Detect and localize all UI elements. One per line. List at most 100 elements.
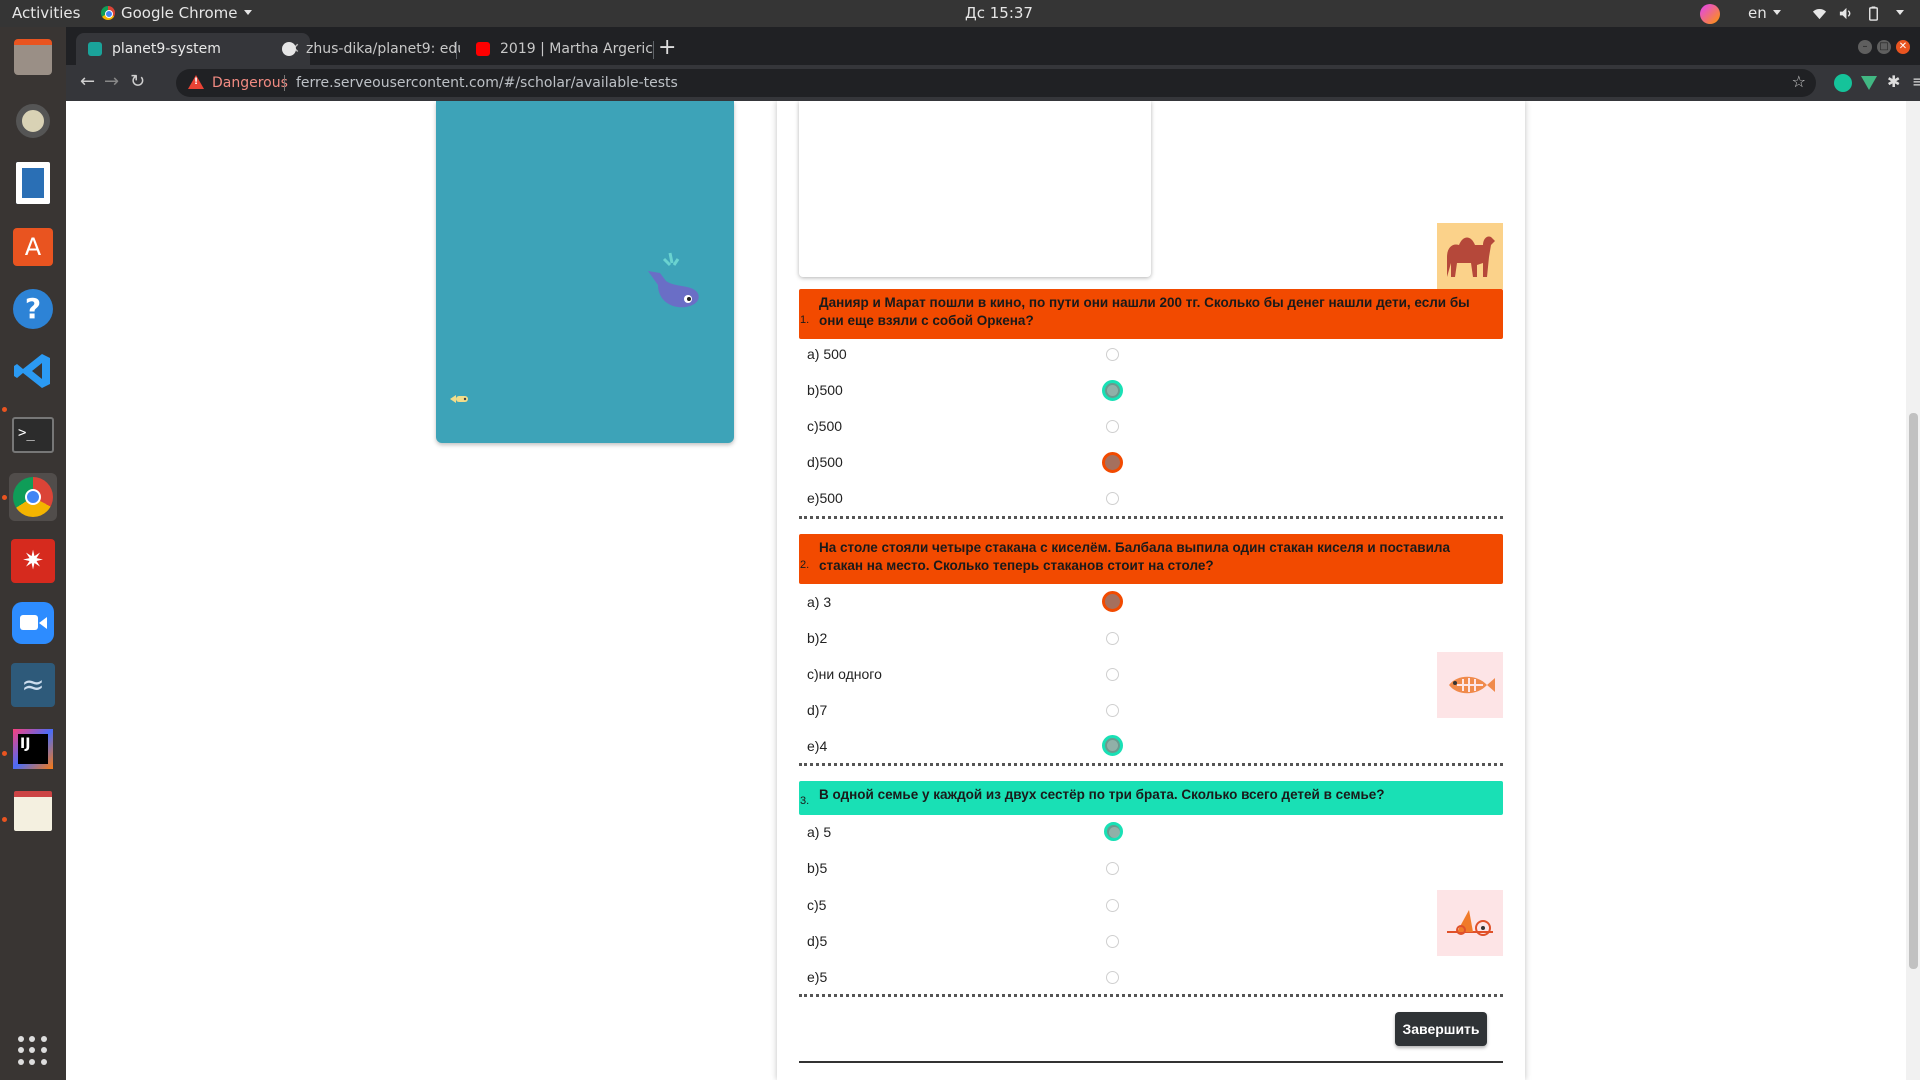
option-radio[interactable]	[1106, 862, 1119, 875]
vscode-icon[interactable]	[9, 347, 57, 395]
question-divider	[799, 763, 1503, 766]
libreoffice-writer-icon[interactable]	[9, 159, 57, 207]
github-favicon-icon	[282, 42, 296, 56]
tab-youtube[interactable]: 2019 | Martha Argerich	[464, 33, 654, 65]
battery-icon[interactable]	[1866, 6, 1881, 21]
option-label[interactable]: b)5	[807, 857, 827, 879]
option-radio[interactable]	[1106, 668, 1119, 681]
activities-button[interactable]: Activities	[12, 0, 80, 27]
question-image-box	[799, 101, 1151, 277]
extensions-puzzle-icon[interactable]: ✱	[1887, 72, 1900, 91]
option-label[interactable]: b)500	[807, 379, 843, 401]
option-label[interactable]: a) 5	[807, 821, 831, 843]
media-control-icon[interactable]: ≡	[1912, 72, 1920, 91]
question-number: 1.	[800, 314, 810, 326]
option-label[interactable]: a) 3	[807, 591, 831, 613]
language-label: en	[1748, 4, 1767, 22]
selected-wrong-radio[interactable]	[1102, 591, 1123, 612]
tab-title: planet9-system	[112, 41, 221, 57]
rhythmbox-icon[interactable]	[9, 97, 57, 145]
tab-github[interactable]: zhus-dika/planet9: educa	[270, 33, 460, 65]
volume-icon[interactable]	[1838, 6, 1853, 21]
option-radio[interactable]	[1106, 971, 1119, 984]
option-label[interactable]: a) 500	[807, 343, 847, 365]
running-indicator	[2, 817, 7, 822]
show-applications-icon[interactable]	[18, 1036, 48, 1066]
dock: A ? >_ ✷ ≈ IJ	[0, 27, 66, 1080]
minimize-icon[interactable]: –	[1858, 40, 1872, 54]
option-label[interactable]: c)5	[807, 894, 826, 916]
forward-icon[interactable]: →	[104, 71, 119, 92]
vue-devtools-icon[interactable]	[1861, 76, 1877, 90]
game-card	[436, 101, 734, 443]
security-status[interactable]: Dangerous	[212, 69, 288, 97]
correct-answer-radio[interactable]	[1102, 735, 1123, 756]
bottom-divider	[799, 1061, 1503, 1063]
address-bar[interactable]: Dangerous ferre.serveousercontent.com/#/…	[176, 69, 1816, 97]
option-radio[interactable]	[1106, 899, 1119, 912]
question-2-header: 2. На столе стояли четыре стакана с кисе…	[799, 534, 1503, 584]
option-label[interactable]: c)500	[807, 415, 842, 437]
selected-wrong-radio[interactable]	[1102, 452, 1123, 473]
browser-toolbar: ← → ↻ Dangerous ferre.serveousercontent.…	[66, 65, 1920, 101]
small-fish-icon	[450, 395, 468, 403]
finish-button[interactable]: Завершить	[1395, 1012, 1487, 1046]
question-3-header: 3. В одной семье у каждой из двух сестёр…	[799, 781, 1503, 815]
running-indicator	[2, 407, 7, 412]
chrome-icon	[101, 6, 115, 20]
scrollbar-track[interactable]	[1906, 101, 1920, 1080]
firefox-indicator-icon[interactable]	[1700, 4, 1720, 24]
maximize-icon[interactable]: □	[1877, 40, 1891, 54]
bookmark-star-icon[interactable]: ☆	[1792, 72, 1806, 91]
whale-icon	[648, 252, 699, 308]
option-radio[interactable]	[1106, 632, 1119, 645]
mysql-workbench-icon[interactable]: ≈	[9, 661, 57, 709]
option-label[interactable]: d)7	[807, 699, 827, 721]
language-indicator[interactable]: en	[1748, 0, 1781, 27]
warning-icon	[188, 75, 204, 89]
option-radio[interactable]	[1106, 704, 1119, 717]
test-panel: 1. Данияр и Марат пошли в кино, по пути …	[777, 101, 1525, 1080]
ubuntu-software-icon[interactable]: A	[9, 223, 57, 271]
option-label[interactable]: e)500	[807, 487, 843, 509]
option-label[interactable]: e)4	[807, 735, 827, 757]
option-radio[interactable]	[1106, 348, 1119, 361]
option-label[interactable]: b)2	[807, 627, 827, 649]
correct-answer-radio[interactable]	[1102, 380, 1123, 401]
planet9-favicon-icon	[88, 42, 102, 56]
system-menu-chevron-icon[interactable]	[1890, 0, 1904, 27]
tab-title: 2019 | Martha Argerich	[500, 41, 654, 57]
new-tab-button[interactable]: +	[658, 35, 676, 61]
url-text[interactable]: ferre.serveousercontent.com/#/scholar/av…	[296, 69, 678, 97]
zoom-icon[interactable]	[9, 599, 57, 647]
question-1-header: 1. Данияр и Марат пошли в кино, по пути …	[799, 289, 1503, 339]
system-top-bar: Activities Google Chrome Дс 15:37 en	[0, 0, 1920, 27]
clock[interactable]: Дс 15:37	[965, 0, 1033, 27]
terminal-icon[interactable]: >_	[9, 411, 57, 459]
intellij-icon[interactable]: IJ	[9, 725, 57, 773]
option-radio[interactable]	[1106, 492, 1119, 505]
grammarly-extension-icon[interactable]	[1834, 74, 1852, 92]
chrome-icon[interactable]	[9, 473, 57, 521]
scrollbar-thumb[interactable]	[1909, 413, 1918, 969]
option-label[interactable]: d)5	[807, 930, 827, 952]
camel-icon	[1437, 223, 1503, 289]
reload-icon[interactable]: ↻	[130, 71, 145, 92]
wolfram-icon[interactable]: ✷	[9, 537, 57, 585]
correct-answer-radio[interactable]	[1104, 822, 1123, 841]
text-editor-icon[interactable]	[9, 787, 57, 835]
option-label[interactable]: e)5	[807, 966, 827, 988]
app-menu[interactable]: Google Chrome	[101, 0, 252, 27]
question-text: На столе стояли четыре стакана с киселём…	[819, 540, 1450, 573]
close-window-icon[interactable]: ✕	[1896, 40, 1910, 54]
files-icon[interactable]	[9, 33, 57, 81]
option-label[interactable]: d)500	[807, 451, 843, 473]
wifi-icon[interactable]	[1812, 6, 1827, 21]
question-text: Данияр и Марат пошли в кино, по пути они…	[819, 295, 1470, 328]
option-radio[interactable]	[1106, 935, 1119, 948]
option-label[interactable]: c)ни одного	[807, 663, 882, 685]
help-icon[interactable]: ?	[9, 285, 57, 333]
omnibox-divider	[284, 75, 285, 91]
back-icon[interactable]: ←	[80, 71, 95, 92]
option-radio[interactable]	[1106, 420, 1119, 433]
